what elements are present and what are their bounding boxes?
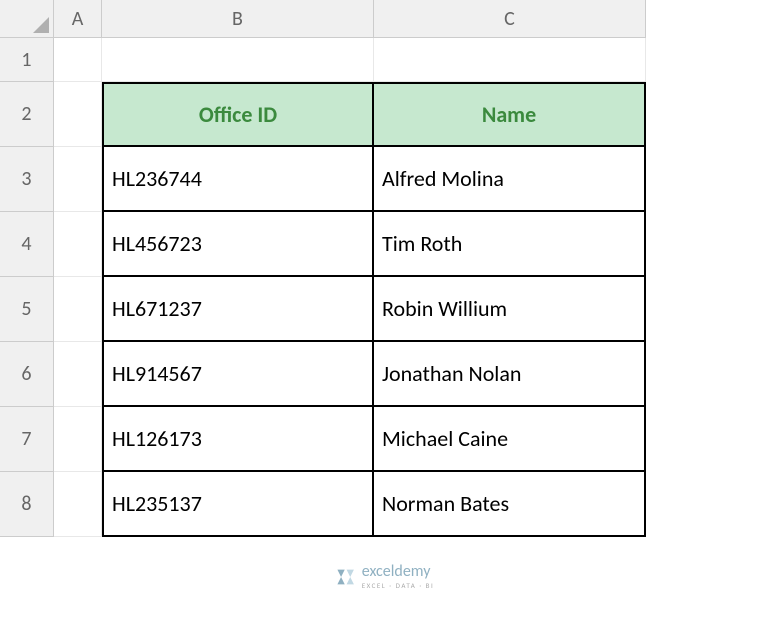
watermark: exceldemy EXCEL · DATA · BI [334,564,435,589]
table-row[interactable]: Alfred Molina [374,147,646,212]
watermark-brand: exceldemy [362,564,435,580]
table-row[interactable]: HL236744 [102,147,374,212]
spreadsheet-grid: A B C 1 2 Office ID Name 3 HL236744 Alfr… [0,0,768,537]
row-header-4[interactable]: 4 [0,212,54,277]
column-header-b[interactable]: B [102,0,374,38]
table-row[interactable]: Robin Willium [374,277,646,342]
column-header-c[interactable]: C [374,0,646,38]
column-header-a[interactable]: A [54,0,102,38]
row-header-3[interactable]: 3 [0,147,54,212]
table-row[interactable]: Jonathan Nolan [374,342,646,407]
table-row[interactable]: HL235137 [102,472,374,537]
table-row[interactable]: Tim Roth [374,212,646,277]
row-header-5[interactable]: 5 [0,277,54,342]
cell-a2[interactable] [54,82,102,147]
table-header-name[interactable]: Name [374,82,646,147]
cell-a7[interactable] [54,407,102,472]
table-row[interactable]: Michael Caine [374,407,646,472]
table-row[interactable]: HL126173 [102,407,374,472]
table-header-office-id[interactable]: Office ID [102,82,374,147]
watermark-text: exceldemy EXCEL · DATA · BI [362,564,435,589]
cell-c1[interactable] [374,38,646,82]
cell-a8[interactable] [54,472,102,537]
table-row[interactable]: HL671237 [102,277,374,342]
cell-a1[interactable] [54,38,102,82]
row-header-1[interactable]: 1 [0,38,54,82]
row-header-8[interactable]: 8 [0,472,54,537]
cell-a6[interactable] [54,342,102,407]
cell-a5[interactable] [54,277,102,342]
table-row[interactable]: Norman Bates [374,472,646,537]
select-all-corner[interactable] [0,0,54,38]
row-header-7[interactable]: 7 [0,407,54,472]
row-header-2[interactable]: 2 [0,82,54,147]
row-header-6[interactable]: 6 [0,342,54,407]
table-row[interactable]: HL456723 [102,212,374,277]
table-row[interactable]: HL914567 [102,342,374,407]
watermark-tagline: EXCEL · DATA · BI [362,582,435,589]
exceldemy-logo-icon [334,566,356,588]
cell-a3[interactable] [54,147,102,212]
cell-b1[interactable] [102,38,374,82]
cell-a4[interactable] [54,212,102,277]
